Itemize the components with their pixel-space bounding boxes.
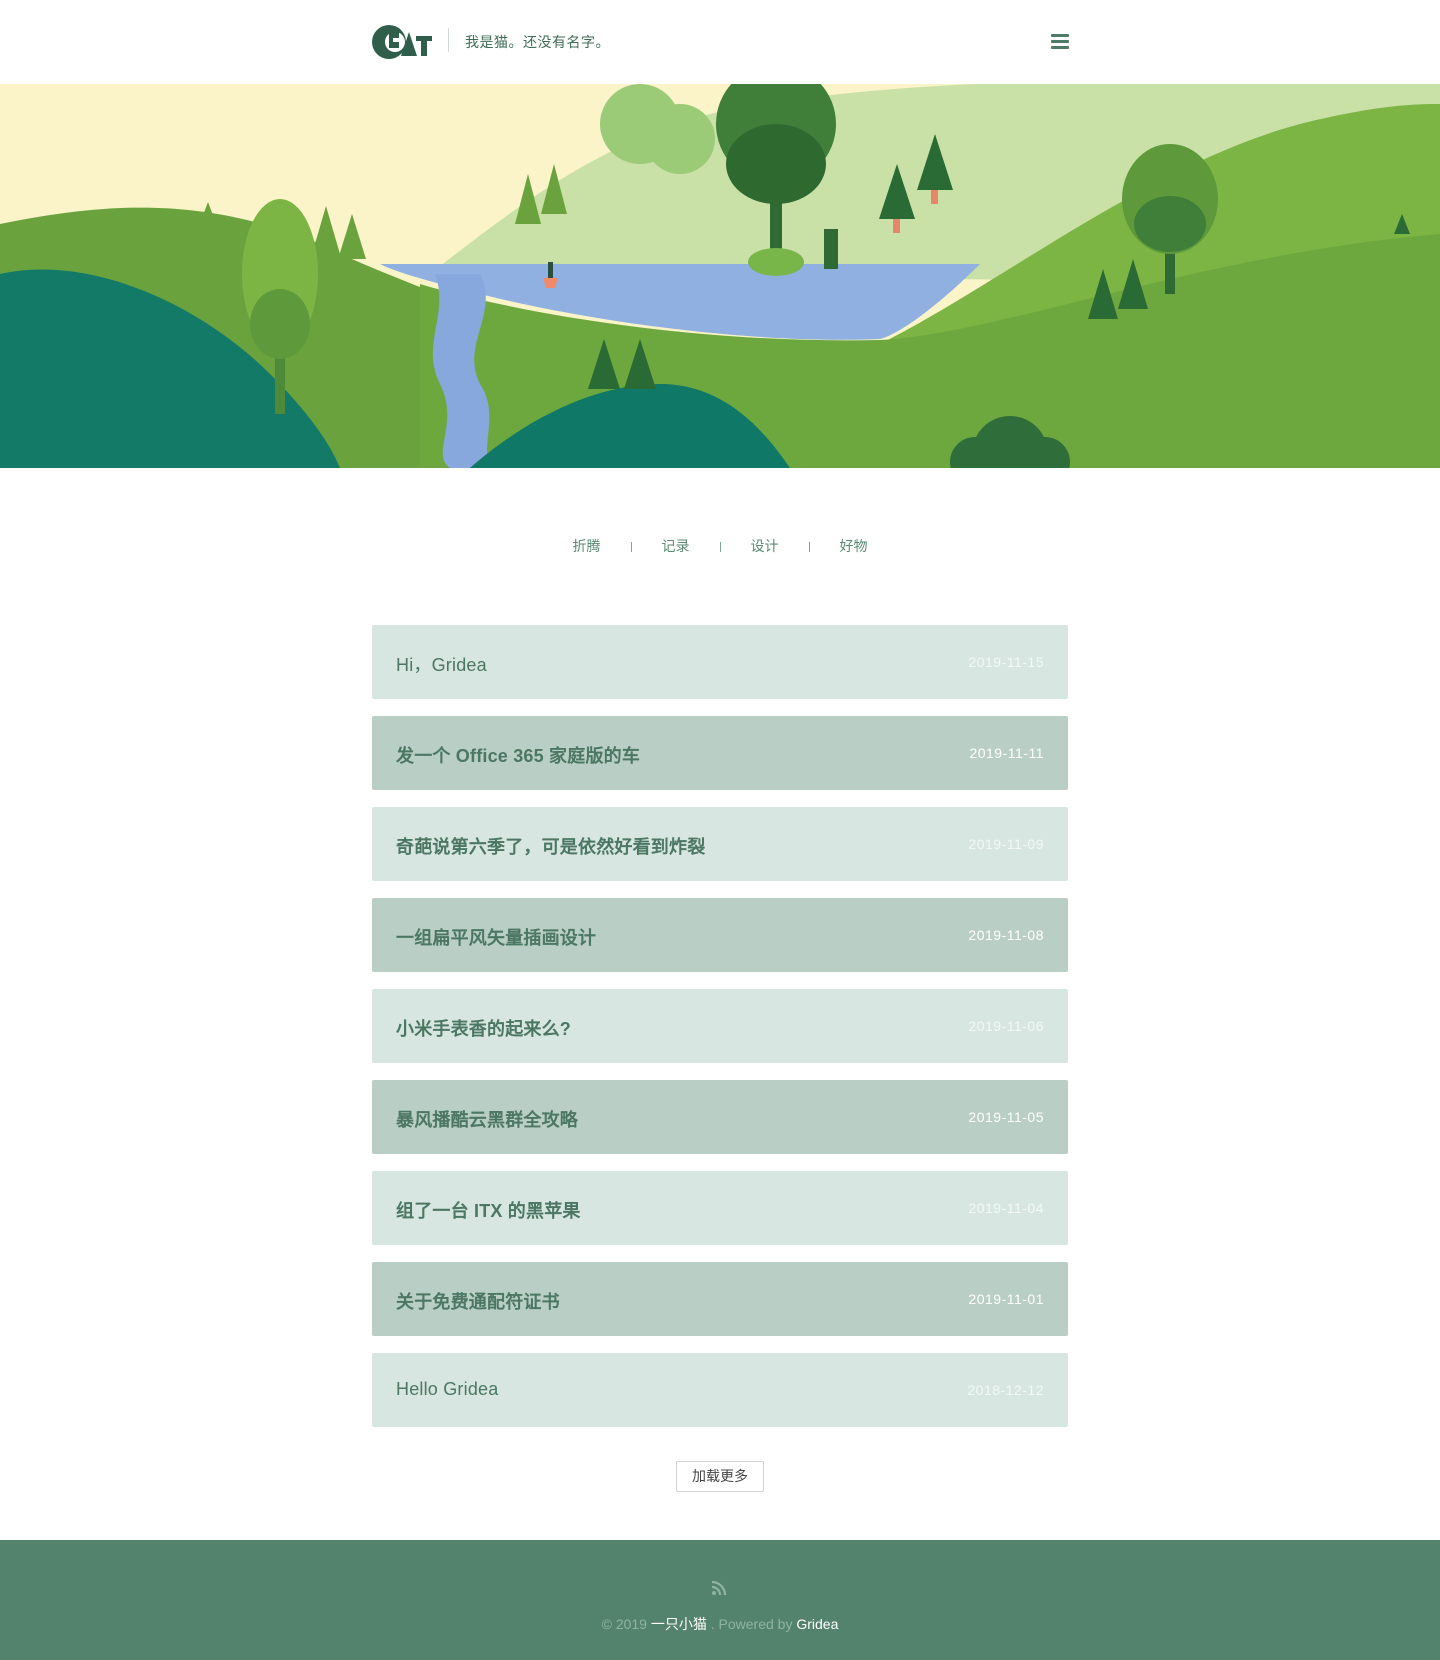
post-title[interactable]: 发一个 Office 365 家庭版的车 xyxy=(396,742,640,768)
post-date: 2019-11-06 xyxy=(968,1018,1044,1034)
logo-divider xyxy=(448,28,449,52)
post-item[interactable]: 一组扁平风矢量插画设计 2019-11-08 xyxy=(372,898,1068,972)
category-nav: 折腾 记录 设计 好物 xyxy=(0,536,1440,556)
post-title[interactable]: 关于免费通配符证书 xyxy=(396,1288,560,1314)
post-date: 2019-11-05 xyxy=(968,1109,1044,1125)
post-date: 2019-11-09 xyxy=(968,836,1044,852)
post-title[interactable]: 暴风播酷云黑群全攻略 xyxy=(396,1106,578,1132)
copyright-prefix: © 2019 xyxy=(601,1616,647,1632)
post-item[interactable]: 发一个 Office 365 家庭版的车 2019-11-11 xyxy=(372,716,1068,790)
nav-item-design[interactable]: 设计 xyxy=(745,536,785,556)
post-item[interactable]: 小米手表香的起来么? 2019-11-06 xyxy=(372,989,1068,1063)
copyright: © 2019 一只小猫 . Powered by Gridea xyxy=(0,1614,1440,1634)
nav-item-tinker[interactable]: 折腾 xyxy=(567,536,607,556)
nav-separator xyxy=(808,542,810,553)
post-item[interactable]: 暴风播酷云黑群全攻略 2019-11-05 xyxy=(372,1080,1068,1154)
post-item[interactable]: 组了一台 ITX 的黑苹果 2019-11-04 xyxy=(372,1171,1068,1245)
site-tagline: 我是猫。还没有名字。 xyxy=(465,34,610,50)
post-date: 2019-11-15 xyxy=(968,654,1044,670)
post-date: 2018-12-12 xyxy=(967,1382,1044,1398)
post-item[interactable]: Hi，Gridea 2019-11-15 xyxy=(372,625,1068,699)
rss-icon[interactable] xyxy=(711,1580,727,1596)
powered-by-label: . Powered by xyxy=(710,1616,793,1632)
hero-illustration xyxy=(0,84,1440,468)
post-item[interactable]: 关于免费通配符证书 2019-11-01 xyxy=(372,1262,1068,1336)
post-date: 2019-11-11 xyxy=(969,745,1044,761)
post-title[interactable]: 一组扁平风矢量插画设计 xyxy=(396,924,596,950)
gridea-link[interactable]: Gridea xyxy=(796,1616,838,1632)
logo[interactable] xyxy=(371,22,433,62)
post-title[interactable]: 组了一台 ITX 的黑苹果 xyxy=(396,1197,581,1223)
post-title[interactable]: 小米手表香的起来么? xyxy=(396,1015,571,1041)
post-title[interactable]: 奇葩说第六季了，可是依然好看到炸裂 xyxy=(396,833,705,859)
nav-item-goods[interactable]: 好物 xyxy=(834,536,874,556)
load-more-button[interactable]: 加载更多 xyxy=(676,1461,764,1492)
post-list: Hi，Gridea 2019-11-15 发一个 Office 365 家庭版的… xyxy=(372,625,1068,1444)
post-date: 2019-11-08 xyxy=(968,927,1044,943)
nav-separator xyxy=(630,542,632,553)
post-date: 2019-11-01 xyxy=(968,1291,1044,1307)
post-title[interactable]: Hi，Gridea xyxy=(396,651,487,677)
nav-item-notes[interactable]: 记录 xyxy=(656,536,696,556)
post-title[interactable]: Hello Gridea xyxy=(396,1379,498,1400)
author-link[interactable]: 一只小猫 xyxy=(651,1616,707,1632)
post-date: 2019-11-04 xyxy=(968,1200,1044,1216)
post-item[interactable]: 奇葩说第六季了，可是依然好看到炸裂 2019-11-09 xyxy=(372,807,1068,881)
hamburger-menu-icon[interactable] xyxy=(1051,34,1069,49)
post-item[interactable]: Hello Gridea 2018-12-12 xyxy=(372,1353,1068,1427)
site-footer: © 2019 一只小猫 . Powered by Gridea xyxy=(0,1540,1440,1660)
nav-separator xyxy=(719,542,721,553)
site-header: 我是猫。还没有名字。 xyxy=(0,0,1440,84)
